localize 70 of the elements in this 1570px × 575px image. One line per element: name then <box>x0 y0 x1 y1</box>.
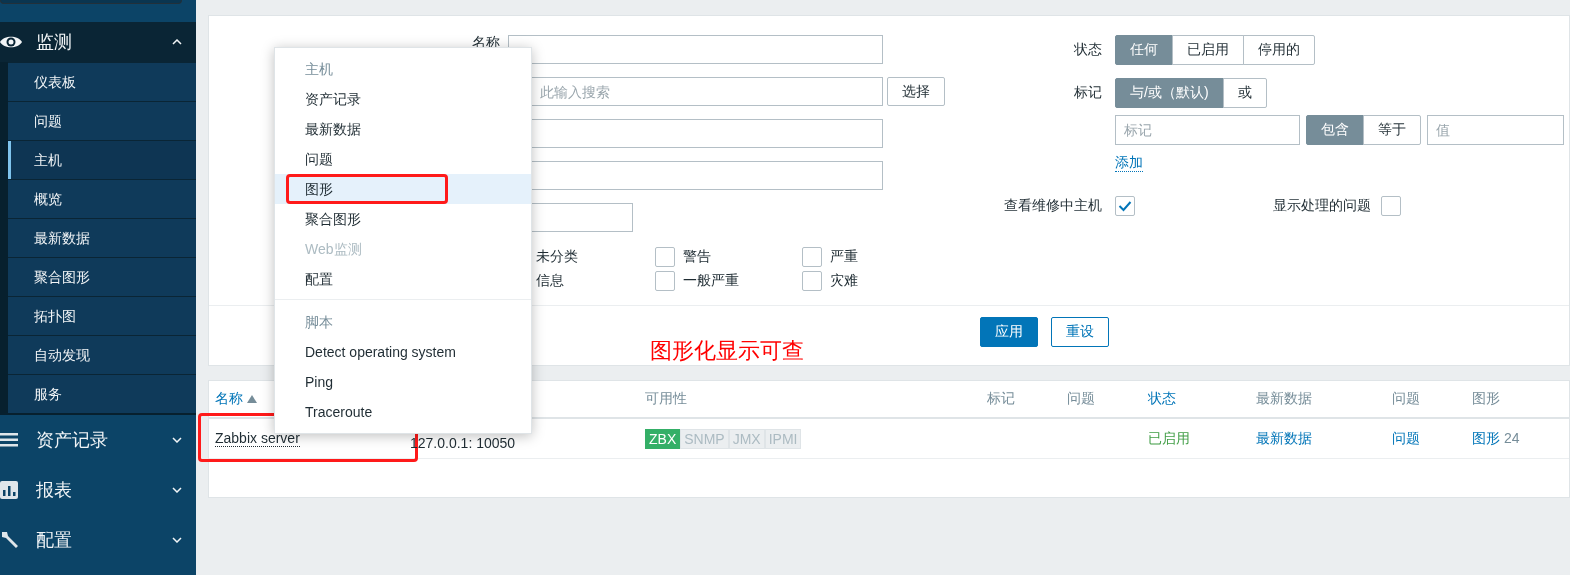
checkbox[interactable] <box>1381 195 1401 216</box>
menu-item[interactable]: Traceroute <box>275 397 531 427</box>
input-field[interactable]: 值 <box>1427 115 1564 145</box>
annotation-text: 图形化显示可查 <box>650 338 804 363</box>
availability-badge: IPMI <box>764 428 802 449</box>
checkbox[interactable] <box>1115 195 1135 216</box>
checkbox[interactable] <box>655 247 675 267</box>
segment-button[interactable]: 或 <box>1222 78 1267 108</box>
menu-item[interactable]: 服务 <box>8 374 196 413</box>
field-label: 状态 <box>1074 41 1102 57</box>
column-header: 标记 <box>987 390 1015 408</box>
field-label: 显示处理的问题 <box>1273 196 1371 215</box>
apply-button[interactable]: 应用 <box>980 317 1038 347</box>
column-header: 问题 <box>1067 390 1095 408</box>
availability-badge: JMX <box>728 428 765 449</box>
add-link[interactable]: 添加 <box>1115 152 1143 172</box>
menu-header: 脚本 <box>304 313 334 332</box>
column-sort-link[interactable]: 状态 <box>1148 390 1176 408</box>
checkbox[interactable] <box>802 247 822 267</box>
menu-item[interactable]: 最新数据 <box>275 114 531 144</box>
segment-button[interactable]: 停用的 <box>1243 35 1315 65</box>
column-header: 图形 <box>1472 390 1500 408</box>
menu-item[interactable]: 问题 <box>275 144 531 174</box>
menu-item[interactable]: 问题 <box>8 101 196 140</box>
field-label: 查看维修中主机 <box>1004 196 1102 213</box>
menu-item[interactable]: 仪表板 <box>8 62 196 101</box>
availability-badge: SNMP <box>680 428 729 449</box>
menu-item[interactable]: Ping <box>275 367 531 397</box>
list-icon <box>0 433 18 447</box>
graphs-link[interactable]: 图形 <box>1472 429 1500 446</box>
segment-button[interactable]: 已启用 <box>1172 35 1244 65</box>
input-field[interactable] <box>508 35 883 64</box>
menu-item[interactable]: 拓扑图 <box>8 296 196 335</box>
latest-data-link[interactable]: 最新数据 <box>1256 429 1312 446</box>
column-header: 最新数据 <box>1256 390 1312 408</box>
segment-button[interactable]: 等于 <box>1363 115 1421 145</box>
menu-section[interactable]: 资产记录 <box>0 415 196 465</box>
column-header: 问题 <box>1392 390 1420 408</box>
field-label: 标记 <box>1074 84 1102 100</box>
status-text: 已启用 <box>1148 429 1190 446</box>
menu-section[interactable]: 监测 <box>0 22 196 62</box>
eye-icon <box>0 34 22 50</box>
select-button[interactable]: 选择 <box>887 77 945 106</box>
checkbox-label: 信息 <box>536 272 564 290</box>
checkbox-label: 警告 <box>683 248 711 266</box>
checkbox[interactable] <box>802 271 822 291</box>
checkbox-label: 严重 <box>830 248 858 266</box>
menu-header: 主机 <box>304 60 334 79</box>
problems-link[interactable]: 问题 <box>1392 429 1420 446</box>
menu-item[interactable]: 最新数据 <box>8 218 196 257</box>
availability-badge: ZBX <box>645 428 681 449</box>
column-header: 可用性 <box>645 390 687 408</box>
wrench-icon <box>0 530 20 550</box>
checkbox-label: 灾难 <box>830 272 858 290</box>
reset-button[interactable]: 重设 <box>1051 317 1109 347</box>
menu-item[interactable]: 主机 <box>8 140 196 179</box>
menu-section[interactable]: 报表 <box>0 465 196 515</box>
menu-item[interactable]: 自动发现 <box>8 335 196 374</box>
menu-item[interactable]: Detect operating system <box>275 337 531 367</box>
menu-item[interactable]: 配置 <box>275 264 531 294</box>
menu-section[interactable]: 配置 <box>0 515 196 565</box>
checkbox[interactable] <box>655 271 675 291</box>
menu-item[interactable]: 聚合图形 <box>275 204 531 234</box>
menu-item[interactable]: 概览 <box>8 179 196 218</box>
menu-item[interactable]: 聚合图形 <box>8 257 196 296</box>
column-sort-link[interactable]: 名称 <box>215 390 243 408</box>
input-field[interactable]: 标记 <box>1115 115 1300 145</box>
graph-count: 24 <box>1503 429 1520 446</box>
checkbox-label: 一般严重 <box>683 272 739 290</box>
checkbox-label: 未分类 <box>536 248 578 266</box>
